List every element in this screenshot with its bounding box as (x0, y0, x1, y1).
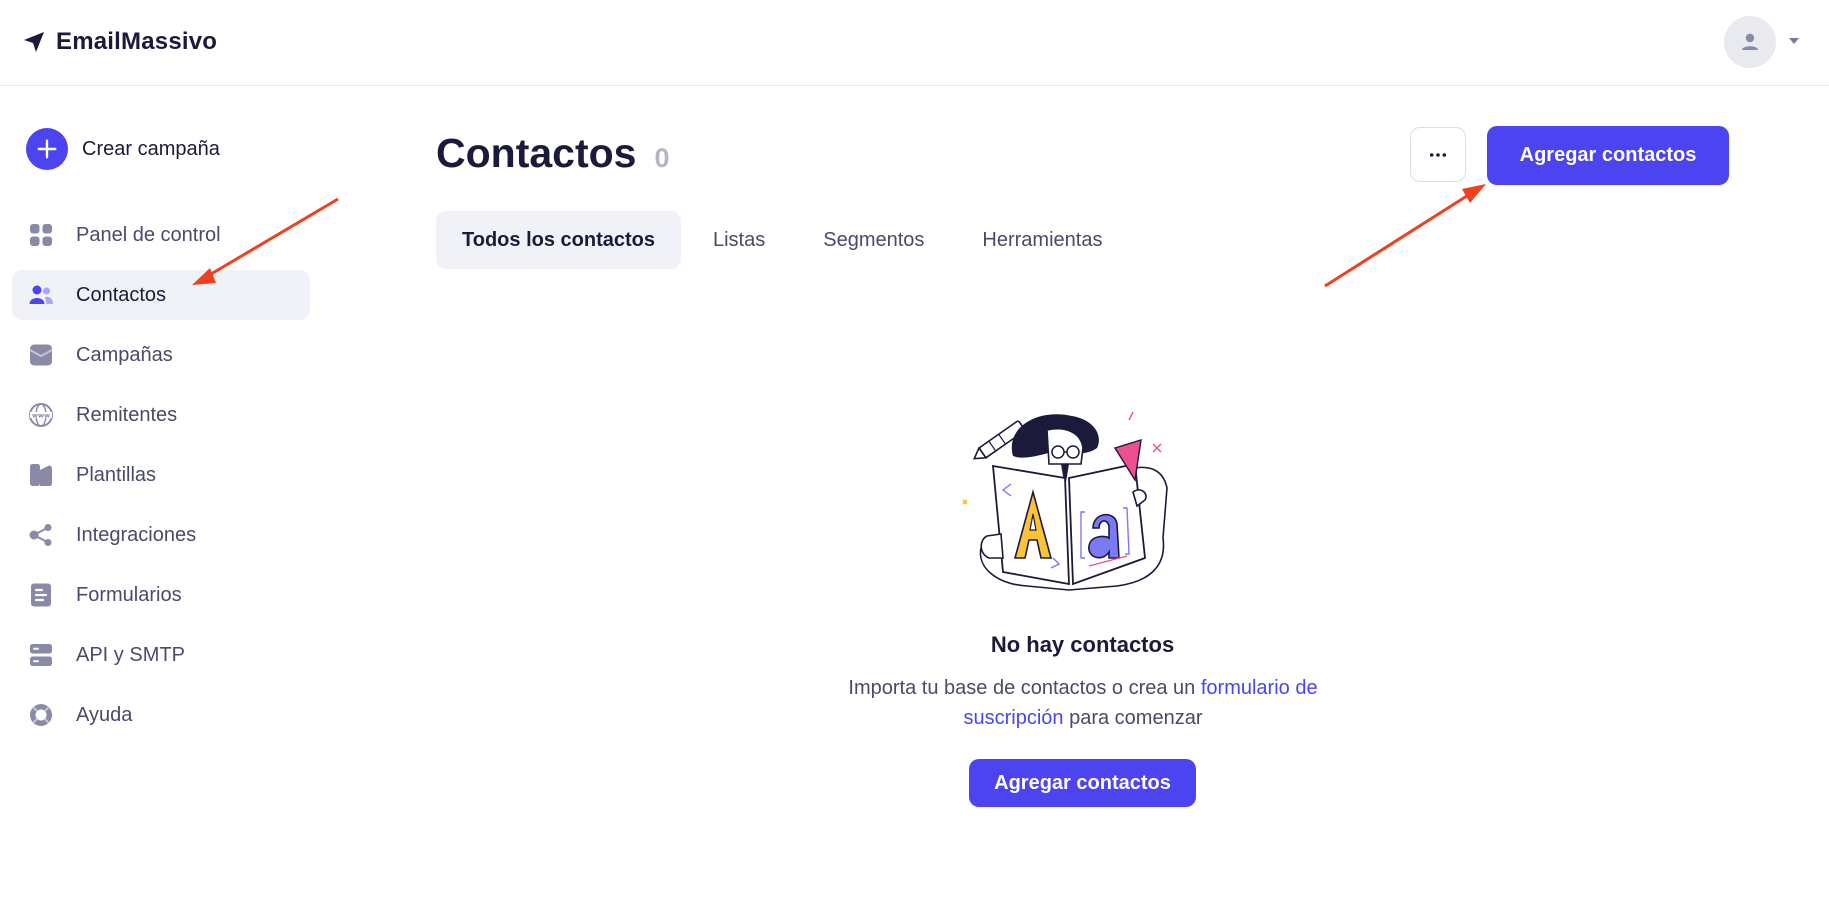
sidebar-item-campaigns[interactable]: Campañas (12, 330, 310, 380)
tab-all-contacts[interactable]: Todos los contactos (436, 211, 681, 269)
chevron-down-icon[interactable] (1787, 34, 1801, 48)
sidebar-nav: Panel de control Contactos Campañas www … (12, 210, 310, 750)
tab-segments[interactable]: Segmentos (797, 211, 950, 269)
sidebar-item-contacts[interactable]: Contactos (12, 270, 310, 320)
sidebar-item-label: Integraciones (76, 523, 197, 546)
sidebar-item-templates[interactable]: Plantillas (12, 450, 310, 500)
templates-icon (28, 462, 54, 488)
sidebar-item-senders[interactable]: www Remitentes (12, 390, 310, 440)
lifebuoy-icon (28, 702, 54, 728)
empty-state-description: Importa tu base de contactos o crea un f… (816, 673, 1350, 733)
globe-www-icon: www (28, 402, 54, 428)
contacts-count: 0 (654, 143, 670, 173)
page-title-row: Contactos 0 (436, 130, 670, 177)
sidebar-item-label: Panel de control (76, 223, 221, 246)
sidebar-item-label: Ayuda (76, 703, 133, 726)
form-icon (28, 582, 54, 608)
annotation-arrow-add-button (1324, 184, 1486, 288)
avatar[interactable] (1724, 16, 1776, 68)
user-icon (1742, 33, 1758, 50)
paper-plane-icon (24, 32, 44, 52)
create-campaign-label: Crear campaña (82, 137, 220, 160)
sidebar-item-label: Remitentes (76, 403, 178, 426)
empty-state-text-after: para comenzar (1063, 707, 1203, 729)
create-campaign-button[interactable]: Crear campaña (26, 128, 220, 170)
share-nodes-icon (28, 522, 54, 548)
sidebar-item-label: Plantillas (76, 463, 157, 486)
sidebar-item-forms[interactable]: Formularios (12, 570, 310, 620)
sidebar-item-dashboard[interactable]: Panel de control (12, 210, 310, 260)
brand-logo[interactable]: EmailMassivo (22, 28, 217, 56)
contacts-icon (28, 282, 54, 308)
page-title: Contactos (436, 130, 637, 176)
empty-state-illustration (962, 411, 1168, 591)
svg-text:www: www (32, 412, 50, 420)
empty-state-title: No hay contactos (990, 632, 1175, 657)
ellipsis-icon (1429, 152, 1447, 157)
sidebar-item-label: Contactos (76, 283, 167, 306)
brand-name: EmailMassivo (56, 28, 218, 55)
tab-tools[interactable]: Herramientas (956, 211, 1128, 269)
sidebar-item-help[interactable]: Ayuda (12, 690, 310, 740)
sidebar-item-label: Formularios (76, 583, 182, 606)
top-bar: EmailMassivo (0, 0, 1829, 86)
more-options-button[interactable] (1410, 127, 1466, 182)
contacts-tabs: Todos los contactos Listas Segmentos Her… (436, 211, 1134, 269)
add-contacts-empty-button[interactable]: Agregar contactos (969, 759, 1196, 807)
dashboard-icon (28, 222, 54, 248)
plus-icon (26, 128, 68, 170)
inbox-icon (28, 342, 54, 368)
empty-state-text-before: Importa tu base de contactos o crea un (848, 677, 1201, 699)
add-contacts-button[interactable]: Agregar contactos (1487, 126, 1729, 185)
tab-lists[interactable]: Listas (687, 211, 791, 269)
sidebar-item-integrations[interactable]: Integraciones (12, 510, 310, 560)
sidebar-item-label: Campañas (76, 343, 173, 366)
